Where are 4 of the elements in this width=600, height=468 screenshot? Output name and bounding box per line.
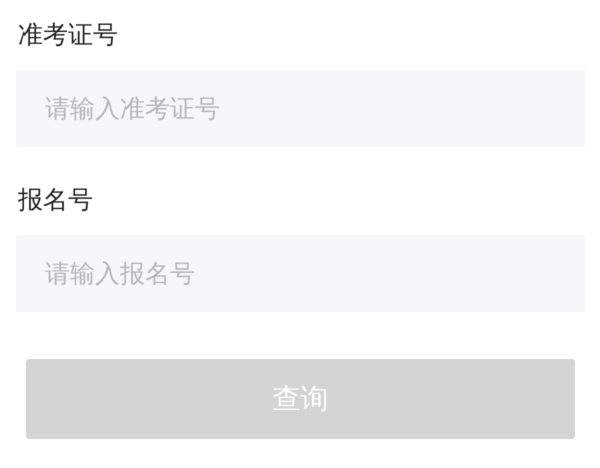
field-label: 准考证号 bbox=[17, 19, 119, 51]
input-field[interactable]: 请输入准考证号 bbox=[16, 70, 585, 147]
field-label: 报名号 bbox=[17, 184, 94, 216]
input-field[interactable]: 请输入报名号 bbox=[16, 235, 585, 312]
